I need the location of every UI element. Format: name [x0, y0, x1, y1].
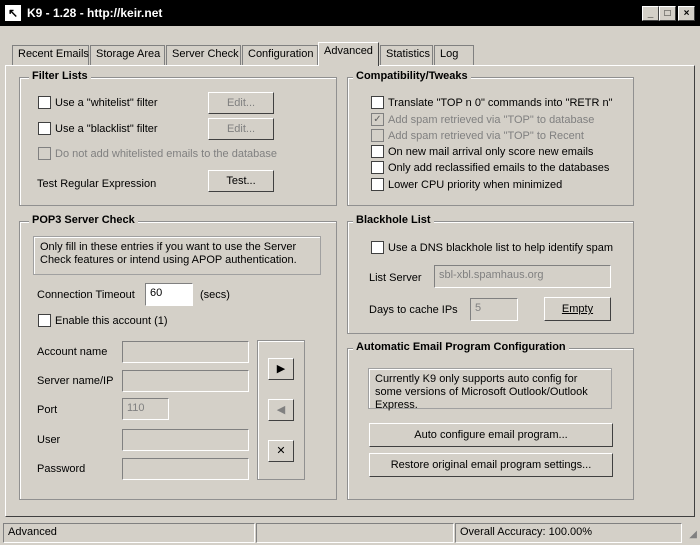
lower-cpu-label: Lower CPU priority when minimized	[388, 179, 563, 191]
tab-label: Statistics	[386, 48, 431, 60]
close-icon: ×	[683, 8, 690, 19]
account-name-label: Account name	[37, 346, 108, 358]
add-spam-top-recent-label: Add spam retrieved via "TOP" to Recent	[388, 130, 584, 142]
blacklist-edit-button[interactable]: Edit...	[208, 118, 274, 140]
translate-top-checkbox[interactable]	[371, 96, 384, 109]
days-cache-input[interactable]: 5	[470, 298, 518, 321]
status-accuracy: Overall Accuracy: 100.00%	[455, 523, 682, 543]
test-regex-button[interactable]: Test...	[208, 170, 274, 192]
checkmark-icon: ✓	[373, 114, 382, 125]
arrow-left-icon: ◀	[276, 404, 286, 416]
port-input[interactable]: 110	[122, 398, 169, 420]
no-add-whitelisted-label: Do not add whitelisted emails to the dat…	[55, 148, 277, 160]
blacklist-checkbox[interactable]	[38, 122, 51, 135]
delete-account-button[interactable]: ✕	[268, 440, 294, 462]
use-blackhole-label: Use a DNS blackhole list to help identif…	[388, 242, 613, 254]
user-input[interactable]	[122, 429, 249, 451]
window-title: K9 - 1.28 - http://keir.net	[27, 6, 163, 20]
list-server-input[interactable]: sbl-xbl.spamhaus.org	[434, 265, 611, 288]
auto-configure-button[interactable]: Auto configure email program...	[369, 423, 613, 447]
whitelist-checkbox[interactable]	[38, 96, 51, 109]
server-name-label: Server name/IP	[37, 375, 114, 387]
password-label: Password	[37, 463, 86, 475]
add-spam-top-recent-checkbox[interactable]	[371, 129, 384, 142]
server-name-input[interactable]	[122, 370, 249, 392]
whitelist-label: Use a "whitelist" filter	[55, 97, 158, 109]
score-new-only-label: On new mail arrival only score new email…	[388, 146, 594, 158]
auto-config-title: Automatic Email Program Configuration	[353, 341, 569, 353]
translate-top-label: Translate "TOP n 0" commands into "RETR …	[388, 97, 613, 109]
tab-label: Advanced	[324, 45, 373, 57]
use-blackhole-checkbox[interactable]	[371, 241, 384, 254]
tab-statistics[interactable]: Statistics	[380, 45, 433, 65]
status-panel-middle	[256, 523, 454, 543]
next-account-button[interactable]: ▶	[268, 358, 294, 380]
tab-label: Server Check	[172, 48, 239, 60]
tab-server-check[interactable]: Server Check	[166, 45, 241, 65]
tab-configuration[interactable]: Configuration	[242, 45, 318, 65]
connection-timeout-input[interactable]: 60	[145, 283, 193, 306]
port-label: Port	[37, 404, 58, 416]
test-regex-label: Test Regular Expression	[37, 178, 157, 190]
k9-app-icon[interactable]: ↖	[5, 5, 21, 21]
score-new-only-checkbox[interactable]	[371, 145, 384, 158]
whitelist-edit-button[interactable]: Edit...	[208, 92, 274, 114]
compatibility-tweaks-title: Compatibility/Tweaks	[353, 70, 471, 82]
tab-storage-area[interactable]: Storage Area	[90, 45, 165, 65]
reclassified-only-label: Only add reclassified emails to the data…	[388, 162, 610, 174]
reclassified-only-checkbox[interactable]	[371, 161, 384, 174]
connection-timeout-label: Connection Timeout	[37, 289, 135, 301]
maximize-button[interactable]: □	[659, 6, 676, 21]
tab-log[interactable]: Log	[434, 45, 474, 65]
pop3-info-note: Only fill in these entries if you want t…	[33, 236, 321, 275]
tab-label: Recent Emails	[18, 48, 89, 60]
previous-account-button[interactable]: ◀	[268, 399, 294, 421]
add-spam-top-database-checkbox[interactable]: ✓	[371, 113, 384, 126]
no-add-whitelisted-checkbox[interactable]	[38, 147, 51, 160]
tab-recent-emails[interactable]: Recent Emails	[12, 45, 89, 65]
enable-account-checkbox[interactable]	[38, 314, 51, 327]
minimize-icon: _	[647, 8, 654, 19]
delete-x-icon: ✕	[276, 445, 286, 457]
password-input[interactable]	[122, 458, 249, 480]
blackhole-list-title: Blackhole List	[353, 214, 434, 226]
minimize-button[interactable]: _	[642, 6, 659, 21]
filter-lists-title: Filter Lists	[29, 70, 91, 82]
maximize-icon: □	[664, 8, 671, 19]
empty-cache-button[interactable]: Empty	[544, 297, 611, 321]
tab-advanced[interactable]: Advanced	[318, 42, 379, 66]
pop3-server-check-title: POP3 Server Check	[29, 214, 138, 226]
lower-cpu-checkbox[interactable]	[371, 178, 384, 191]
status-panel-left: Advanced	[3, 523, 255, 543]
tab-label: Configuration	[248, 48, 314, 60]
close-button[interactable]: ×	[678, 6, 695, 21]
restore-settings-button[interactable]: Restore original email program settings.…	[369, 453, 613, 477]
user-label: User	[37, 434, 61, 446]
enable-account-label: Enable this account (1)	[55, 315, 168, 327]
arrow-right-icon: ▶	[276, 363, 286, 375]
auto-config-info-note: Currently K9 only supports auto config f…	[368, 368, 612, 411]
timeout-unit-label: (secs)	[200, 289, 230, 301]
list-server-label: List Server	[369, 272, 422, 284]
title-bar[interactable]: ↖ K9 - 1.28 - http://keir.net _ □ ×	[0, 0, 700, 26]
tab-label: Storage Area	[96, 48, 161, 60]
days-cache-label: Days to cache IPs	[369, 304, 458, 316]
resize-grip-icon[interactable]: ◢	[684, 528, 697, 541]
account-name-input[interactable]	[122, 341, 249, 363]
blacklist-label: Use a "blacklist" filter	[55, 123, 158, 135]
tab-label: Log	[440, 48, 459, 60]
add-spam-top-database-label: Add spam retrieved via "TOP" to database	[388, 114, 595, 126]
